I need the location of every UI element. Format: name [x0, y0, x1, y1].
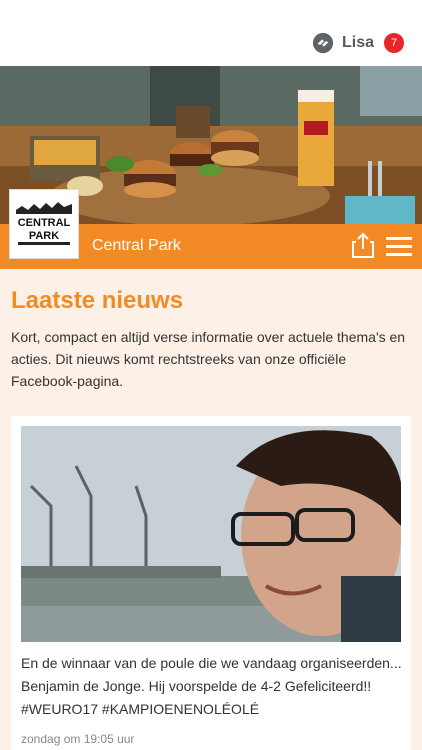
user-name: Lisa: [341, 34, 374, 51]
sync-logo-icon: [312, 32, 334, 54]
logo-text-bottom: PARK: [29, 230, 59, 242]
logo-text-top: CENTRAL: [18, 217, 71, 229]
hamburger-menu-icon[interactable]: [386, 236, 412, 258]
venue-logo: CENTRAL PARK: [10, 190, 78, 258]
share-icon[interactable]: [352, 232, 374, 258]
news-post-card[interactable]: En de winnaar van de poule die we vandaa…: [11, 416, 411, 750]
post-photo: [21, 426, 401, 642]
venue-name: Central Park: [92, 237, 181, 254]
news-intro: Kort, compact en altijd verse informatie…: [11, 329, 406, 389]
post-text: En de winnaar van de poule die we vandaa…: [21, 655, 402, 717]
user-account[interactable]: Lisa 7: [312, 32, 404, 54]
post-timestamp: zondag om 19:05 uur: [21, 732, 135, 746]
notification-badge: 7: [384, 33, 404, 53]
top-bar: Lisa 7: [0, 0, 422, 66]
section-title: Laatste nieuws: [11, 287, 184, 314]
